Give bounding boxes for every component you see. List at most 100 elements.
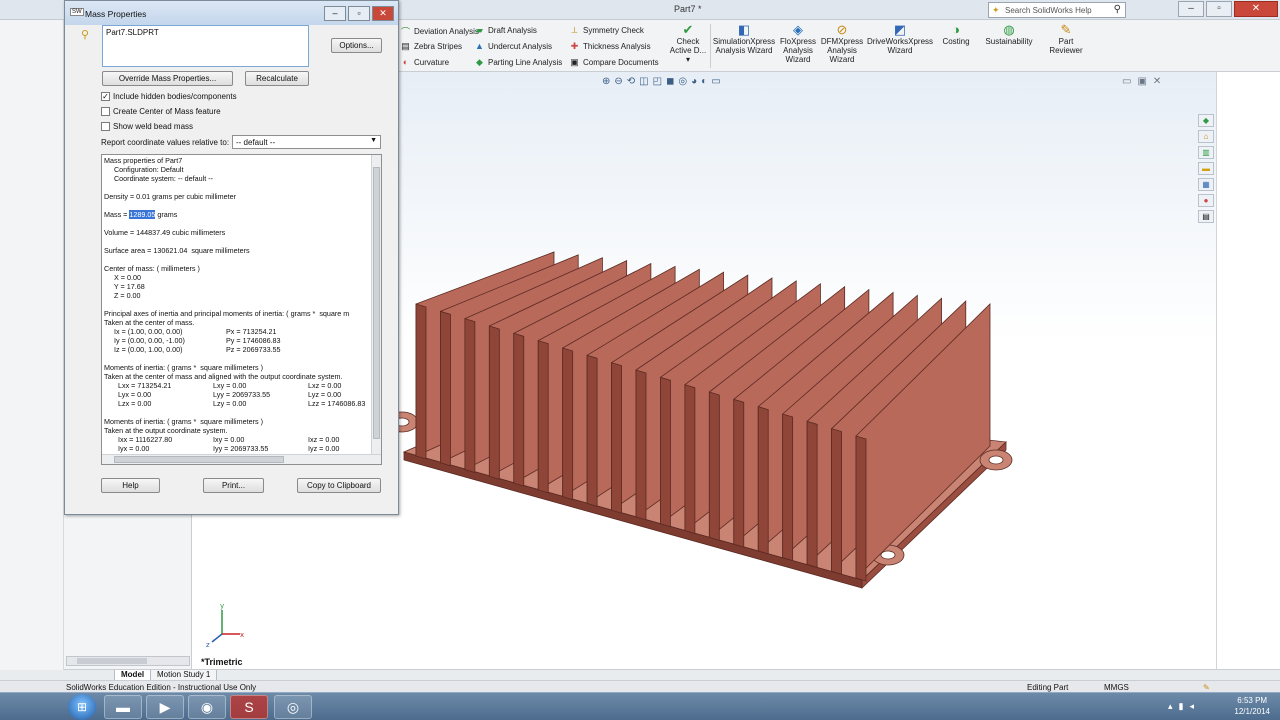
undercut-analysis-button[interactable]: ▲ Undercut Analysis	[474, 41, 552, 51]
display-style-icon[interactable]: ◼	[666, 76, 674, 87]
heads-up-toolbar: ⊕ ⊖ ⟲ ◫ ◰ ◼ ◎ ◕ ◐ ▭	[602, 76, 721, 87]
zoom-to-fit-icon[interactable]: ⊕	[602, 76, 610, 87]
network-icon[interactable]: ▮	[1179, 701, 1184, 712]
heat-sink-fin-edge	[464, 318, 476, 474]
media-player-taskbar-icon[interactable]: ▶	[146, 695, 184, 719]
floxpress-button[interactable]: ◈ FloXpress Analysis Wizard	[778, 22, 818, 64]
minimize-button[interactable]: –	[1178, 1, 1204, 17]
dialog-close-button[interactable]: ✕	[372, 6, 394, 21]
system-tray: ▴ ▮ ◂	[1168, 701, 1194, 712]
hide-show-icon[interactable]: ◎	[678, 76, 687, 87]
section-view-icon[interactable]: ◫	[639, 76, 648, 87]
show-hidden-icons-icon[interactable]: ▴	[1168, 701, 1173, 712]
maximize-button[interactable]: ▫	[1206, 1, 1232, 17]
center-of-mass-checkbox[interactable]: Create Center of Mass feature	[101, 107, 221, 116]
file-explorer-taskbar-icon[interactable]: ▬	[104, 695, 142, 719]
heat-sink-model[interactable]	[396, 160, 1016, 590]
scrollbar-thumb[interactable]	[114, 456, 284, 463]
options-button[interactable]: Options...	[331, 38, 382, 53]
copy-to-clipboard-button[interactable]: Copy to Clipboard	[297, 478, 381, 493]
status-units[interactable]: MMGS	[1104, 683, 1129, 692]
dialog-minimize-button[interactable]: –	[324, 6, 346, 21]
override-mass-properties-button[interactable]: Override Mass Properties...	[102, 71, 233, 86]
results-moi-output-sub: Taken at the output coordinate system.	[104, 426, 228, 435]
scrollbar-thumb[interactable]	[373, 167, 380, 439]
draft-analysis-button[interactable]: ▰ Draft Analysis	[474, 25, 537, 36]
heat-sink-fin-edge	[537, 340, 549, 494]
viewport-minimize-icon[interactable]: ▭	[1122, 76, 1131, 87]
weld-bead-checkbox[interactable]: Show weld bead mass	[101, 122, 193, 131]
results-lzy: Lzy = 0.00	[213, 399, 247, 408]
view-orientation-icon[interactable]: ◰	[653, 76, 662, 87]
results-vertical-scrollbar[interactable]	[371, 155, 381, 454]
windows-taskbar: ⊞ ▬ ▶ ◉ S ◎ ▴ ▮ ◂ 6:53 PM 12/1/2014	[0, 692, 1280, 720]
results-horizontal-scrollbar[interactable]	[102, 454, 381, 464]
zebra-stripes-button[interactable]: ▤ Zebra Stripes	[400, 41, 462, 52]
zoom-to-area-icon[interactable]: ⊖	[614, 76, 622, 87]
simulationxpress-button[interactable]: ◧ SimulationXpress Analysis Wizard	[712, 22, 776, 55]
driveworksxpress-button[interactable]: ◩ DriveWorksXpress Wizard	[866, 22, 934, 55]
rebuild-icon[interactable]: ✎	[1203, 683, 1210, 692]
recalculate-button[interactable]: Recalculate	[245, 71, 309, 86]
coordinate-system-select[interactable]: -- default -- ▼	[232, 135, 381, 149]
chrome-taskbar-icon[interactable]: ◉	[188, 695, 226, 719]
design-library-icon[interactable]: ▥	[1198, 146, 1214, 159]
obs-taskbar-icon[interactable]: ◎	[274, 695, 312, 719]
view-settings-icon[interactable]: ▭	[711, 76, 720, 87]
help-search-input[interactable]: ✦ Search SolidWorks Help ⚲	[988, 2, 1126, 18]
checkbox-unchecked[interactable]	[101, 122, 110, 131]
curvature-button[interactable]: ◐ Curvature	[400, 57, 449, 67]
sustainability-button[interactable]: ◍ Sustainability	[980, 22, 1038, 46]
viewport-close-icon[interactable]: ✕	[1153, 76, 1161, 87]
help-button[interactable]: Help	[101, 478, 160, 493]
document-title: Part7 *	[674, 4, 702, 14]
search-icon[interactable]: ⚲	[1114, 4, 1121, 15]
checkbox-unchecked[interactable]	[101, 107, 110, 116]
view-palette-icon[interactable]: ▦	[1198, 178, 1214, 191]
dialog-maximize-button[interactable]: ▫	[348, 6, 370, 21]
previous-view-icon[interactable]: ⟲	[627, 76, 635, 87]
solidworks-taskbar-icon[interactable]: S	[230, 695, 268, 719]
viewport-restore-icon[interactable]: ▣	[1137, 76, 1146, 87]
sustainability-icon: ◍	[1003, 22, 1015, 37]
mass-properties-results[interactable]: Mass properties of Part7 Configuration: …	[101, 154, 382, 465]
close-button[interactable]: ✕	[1234, 1, 1278, 17]
file-explorer-icon[interactable]: ▬	[1198, 162, 1214, 175]
deviation-analysis-button[interactable]: ⌒ Deviation Analysis	[400, 25, 479, 38]
chevron-down-icon[interactable]: ▼	[370, 137, 377, 144]
status-edition: SolidWorks Education Edition - Instructi…	[66, 683, 257, 692]
custom-properties-icon[interactable]: ▤	[1198, 210, 1214, 223]
volume-icon[interactable]: ◂	[1189, 701, 1194, 712]
appearances-icon[interactable]: ●	[1198, 194, 1214, 207]
scrollbar-thumb[interactable]	[77, 658, 147, 664]
results-lyx: Lyx = 0.00	[118, 390, 152, 399]
heat-sink-fin-edge	[708, 391, 720, 541]
symmetry-check-button[interactable]: ⟂ Symmetry Check	[569, 25, 643, 36]
heat-sink-fin-edge	[733, 398, 745, 548]
thickness-analysis-button[interactable]: ✚ Thickness Analysis	[569, 41, 651, 52]
costing-button[interactable]: ◑ Costing	[936, 22, 976, 46]
solidworks-resources-icon[interactable]: ◆	[1198, 114, 1214, 127]
check-active-button[interactable]: ✔ Check Active D... ▾	[666, 22, 710, 64]
edit-appearance-icon[interactable]: ◕	[691, 76, 697, 87]
checkbox-checked[interactable]: ✓	[101, 92, 110, 101]
include-hidden-checkbox[interactable]: ✓ Include hidden bodies/components	[101, 92, 237, 101]
dialog-title-bar[interactable]: SW Mass Properties – ▫ ✕	[65, 1, 398, 25]
start-button[interactable]: ⊞	[68, 694, 96, 720]
selection-list[interactable]: Part7.SLDPRT	[102, 25, 309, 67]
dfmxpress-button[interactable]: ⊘ DFMXpress Analysis Wizard	[820, 22, 864, 64]
scene-icon[interactable]: ◐	[701, 76, 707, 87]
heat-sink-fin-edge	[488, 325, 500, 480]
clock[interactable]: 6:53 PM 12/1/2014	[1234, 695, 1270, 717]
part-reviewer-button[interactable]: ✎ Part Reviewer	[1044, 22, 1088, 55]
draft-icon: ▰	[476, 25, 483, 35]
feature-manager-scrollbar[interactable]	[66, 656, 190, 666]
selected-item[interactable]: Part7.SLDPRT	[106, 28, 159, 37]
parting-line-analysis-button[interactable]: ◆ Parting Line Analysis	[474, 57, 562, 68]
compare-documents-button[interactable]: ▣ Compare Documents	[569, 57, 658, 68]
results-com-heading: Center of mass: ( millimeters )	[104, 264, 200, 273]
print-button[interactable]: Print...	[203, 478, 264, 493]
compare-icon: ▣	[570, 57, 579, 67]
mass-value-selection[interactable]: 1289.05	[129, 210, 156, 219]
home-icon[interactable]: ⌂	[1198, 130, 1214, 143]
